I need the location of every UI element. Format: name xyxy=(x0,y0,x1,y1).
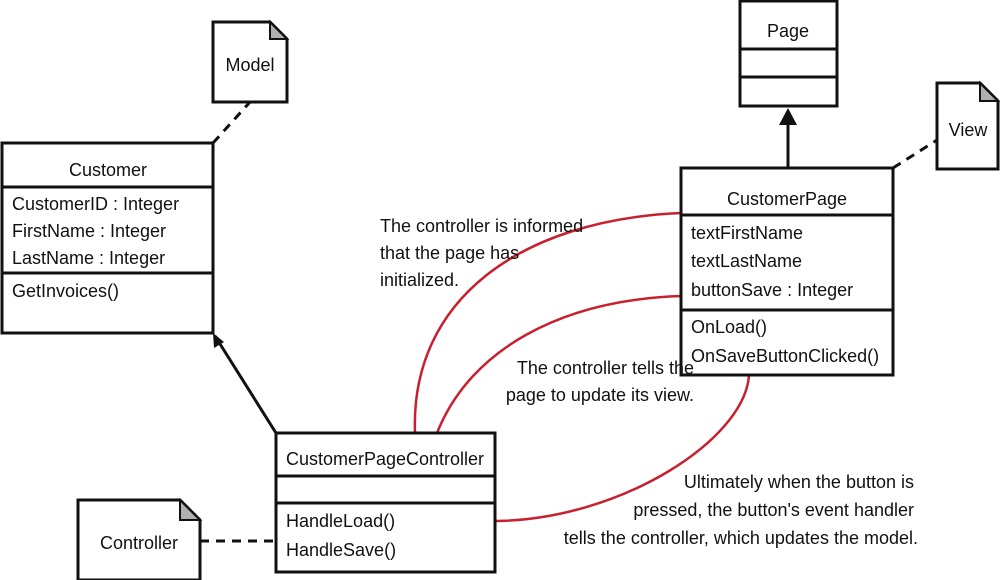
annotation-line: tells the controller, which updates the … xyxy=(564,528,918,548)
note-label: Model xyxy=(225,55,274,75)
note-label: Controller xyxy=(100,533,178,553)
method: HandleLoad() xyxy=(286,511,395,531)
class-page: Page xyxy=(738,0,839,108)
class-name: Page xyxy=(767,21,809,41)
note-label: View xyxy=(949,120,989,140)
model-note: Model xyxy=(211,19,290,104)
class-name: Customer xyxy=(69,160,147,180)
annotation-button-pressed: Ultimately when the button is pressed, t… xyxy=(564,472,918,548)
method: OnLoad() xyxy=(691,317,767,337)
class-name: CustomerPageController xyxy=(286,449,484,469)
controller-to-customer-arrow xyxy=(213,335,278,434)
view-note-link xyxy=(892,138,938,170)
method: HandleSave() xyxy=(286,540,396,560)
class-customer-page: CustomerPage textFirstName textLastName … xyxy=(679,166,895,377)
mvc-uml-diagram: Model View Controller Customer CustomerI… xyxy=(0,0,1000,580)
annotation-line: The controller tells the xyxy=(517,358,694,378)
method: GetInvoices() xyxy=(12,281,119,301)
annotation-line: The controller is informed xyxy=(380,216,583,236)
model-note-link xyxy=(211,100,252,145)
annotation-line: pressed, the button's event handler xyxy=(633,500,914,520)
generalization-arrowhead-icon xyxy=(779,108,797,125)
method: OnSaveButtonClicked() xyxy=(691,346,879,366)
class-customer: Customer CustomerID : Integer FirstName … xyxy=(0,141,215,335)
view-note: View xyxy=(935,80,1000,171)
attribute: CustomerID : Integer xyxy=(12,194,179,214)
class-name: CustomerPage xyxy=(727,189,847,209)
attribute: buttonSave : Integer xyxy=(691,280,853,300)
attribute: textFirstName xyxy=(691,223,803,243)
class-customer-page-controller: CustomerPageController HandleLoad() Hand… xyxy=(274,431,497,574)
annotation-line: initialized. xyxy=(380,270,459,290)
annotation-line: that the page has xyxy=(380,243,519,263)
annotation-line: Ultimately when the button is xyxy=(684,472,914,492)
annotation-update-view: The controller tells the page to update … xyxy=(506,358,694,405)
controller-note: Controller xyxy=(76,497,203,580)
attribute: textLastName xyxy=(691,251,802,271)
attribute: LastName : Integer xyxy=(12,248,165,268)
annotation-line: page to update its view. xyxy=(506,385,694,405)
attribute: FirstName : Integer xyxy=(12,221,166,241)
